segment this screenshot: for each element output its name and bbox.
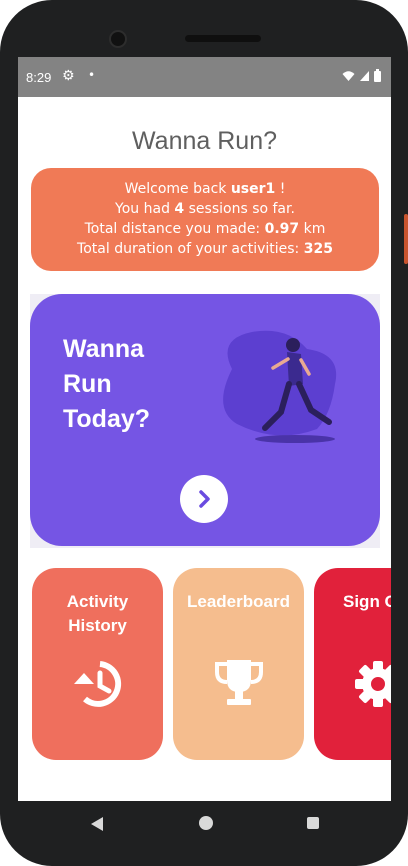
phone-frame: 8:29 ⚙ • Wanna Run? Welcome back user1 ! — [0, 0, 408, 866]
recent-apps-icon[interactable] — [307, 817, 319, 829]
hero-line-1: Wanna — [63, 335, 145, 363]
welcome-card: Welcome back user1 ! You had 4 sessions … — [31, 168, 379, 271]
back-icon[interactable] — [91, 817, 103, 831]
sessions-prefix: You had — [115, 201, 175, 217]
duration-value: 325 — [303, 241, 333, 257]
tile-label-line-1: Activity — [66, 592, 129, 611]
runner-illustration — [223, 330, 337, 443]
home-icon[interactable] — [199, 816, 213, 830]
navigation-bar — [18, 801, 391, 847]
app-title: Wanna Run? — [132, 127, 277, 155]
duration-prefix: Total duration of your activities: — [77, 241, 304, 257]
history-icon — [32, 660, 163, 708]
wifi-icon — [342, 70, 355, 81]
leaderboard-tile[interactable]: Leaderboard — [173, 568, 304, 760]
distance-prefix: Total distance you made: — [84, 221, 265, 237]
activity-history-tile[interactable]: Activity History — [32, 568, 163, 760]
volume-button — [404, 214, 408, 264]
battery-icon — [374, 69, 381, 82]
sessions-suffix: sessions so far. — [184, 201, 295, 217]
hero-line-2: Run — [63, 370, 112, 398]
gear-icon — [314, 660, 391, 708]
duration-line: Total duration of your activities: 325 — [31, 239, 379, 259]
welcome-prefix: Welcome back — [124, 181, 231, 197]
sign-out-tile[interactable]: Sign Out — [314, 568, 391, 760]
distance-line: Total distance you made: 0.97 km — [31, 219, 379, 239]
hero-line-3: Today? — [63, 405, 151, 433]
distance-unit: km — [299, 221, 326, 237]
status-time: 8:29 — [26, 70, 52, 85]
notification-dot: • — [88, 68, 96, 82]
app-screen: 8:29 ⚙ • Wanna Run? Welcome back user1 ! — [18, 57, 391, 801]
username: user1 — [230, 181, 276, 197]
gear-icon: ⚙ — [62, 68, 75, 84]
trophy-icon — [173, 656, 304, 710]
hero-heading: Wanna Run Today? — [63, 332, 150, 437]
feature-tiles: Activity History Leaderboard Sign — [18, 568, 391, 760]
signal-icon — [360, 70, 369, 81]
sessions-count: 4 — [174, 201, 185, 217]
status-icons — [342, 69, 381, 82]
tile-label: Leaderboard — [187, 592, 290, 611]
welcome-suffix: ! — [275, 181, 286, 197]
tile-label: Activity History — [32, 590, 163, 638]
distance-value: 0.97 — [264, 221, 300, 237]
wanna-run-card[interactable]: Wanna Run Today? — [30, 294, 380, 546]
status-bar: 8:29 ⚙ • — [18, 57, 391, 97]
tile-label-line-2: History — [68, 616, 127, 635]
sessions-line: You had 4 sessions so far. — [31, 199, 379, 219]
hero-container: Wanna Run Today? — [30, 294, 380, 548]
welcome-line: Welcome back user1 ! — [31, 179, 379, 199]
tile-label: Sign Out — [343, 592, 391, 611]
go-run-button[interactable] — [180, 475, 228, 523]
front-camera — [109, 30, 127, 48]
chevron-right-icon — [199, 490, 210, 508]
earpiece-speaker — [185, 35, 261, 42]
